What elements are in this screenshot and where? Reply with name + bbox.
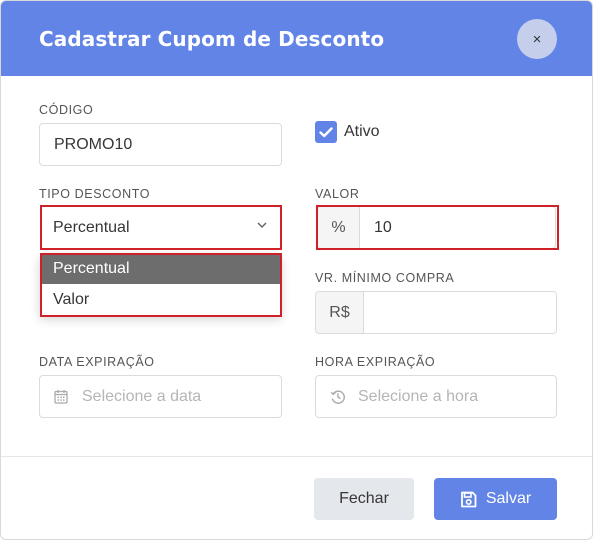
codigo-input[interactable]: PROMO10: [39, 123, 282, 166]
close-icon: ×: [532, 30, 542, 48]
vr-minimo-currency-addon: R$: [315, 291, 364, 334]
codigo-value: PROMO10: [54, 135, 133, 153]
modal-header: Cadastrar Cupom de Desconto ×: [1, 1, 592, 76]
tipo-desconto-select[interactable]: Percentual: [40, 206, 281, 250]
hora-expiracao-input[interactable]: Selecione a hora: [315, 375, 557, 418]
chevron-down-icon: [257, 222, 267, 229]
salvar-button[interactable]: Salvar: [434, 478, 557, 520]
data-expiracao-label: DATA EXPIRAÇÃO: [39, 355, 155, 369]
currency-symbol: R$: [329, 303, 350, 321]
salvar-label: Salvar: [485, 490, 532, 507]
dropdown-option-percentual[interactable]: Percentual: [40, 254, 281, 284]
valor-input[interactable]: 10: [359, 206, 556, 249]
fechar-label: Fechar: [339, 490, 389, 507]
calendar-icon: [54, 390, 68, 404]
codigo-label: CÓDIGO: [39, 103, 94, 117]
tipo-desconto-selected-value: Percentual: [53, 218, 130, 236]
vr-minimo-input[interactable]: [363, 291, 557, 334]
valor-label: VALOR: [315, 187, 360, 201]
ativo-checkbox[interactable]: [315, 121, 337, 143]
ativo-label: Ativo: [344, 123, 380, 140]
tipo-desconto-dropdown: Percentual Valor: [40, 254, 281, 315]
clock-history-icon: [330, 390, 345, 404]
percent-symbol: %: [331, 218, 346, 236]
floppy-disk-icon: [460, 491, 477, 507]
tipo-desconto-label: TIPO DESCONTO: [39, 187, 151, 201]
vr-minimo-label: VR. MÍNIMO COMPRA: [315, 271, 455, 285]
check-icon: [319, 126, 333, 137]
valor-value: 10: [374, 218, 392, 236]
modal-title: Cadastrar Cupom de Desconto: [39, 27, 385, 51]
hora-expiracao-label: HORA EXPIRAÇÃO: [315, 355, 436, 369]
coupon-modal: Cadastrar Cupom de Desconto × CÓDIGO PRO…: [0, 0, 593, 540]
hora-expiracao-placeholder: Selecione a hora: [358, 387, 479, 405]
data-expiracao-input[interactable]: Selecione a data: [39, 375, 282, 418]
close-button[interactable]: ×: [517, 19, 557, 59]
dropdown-option-valor[interactable]: Valor: [40, 285, 281, 315]
data-expiracao-placeholder: Selecione a data: [82, 387, 202, 405]
footer-divider: [1, 456, 592, 457]
fechar-button[interactable]: Fechar: [314, 478, 414, 520]
valor-percent-addon: %: [317, 206, 360, 249]
